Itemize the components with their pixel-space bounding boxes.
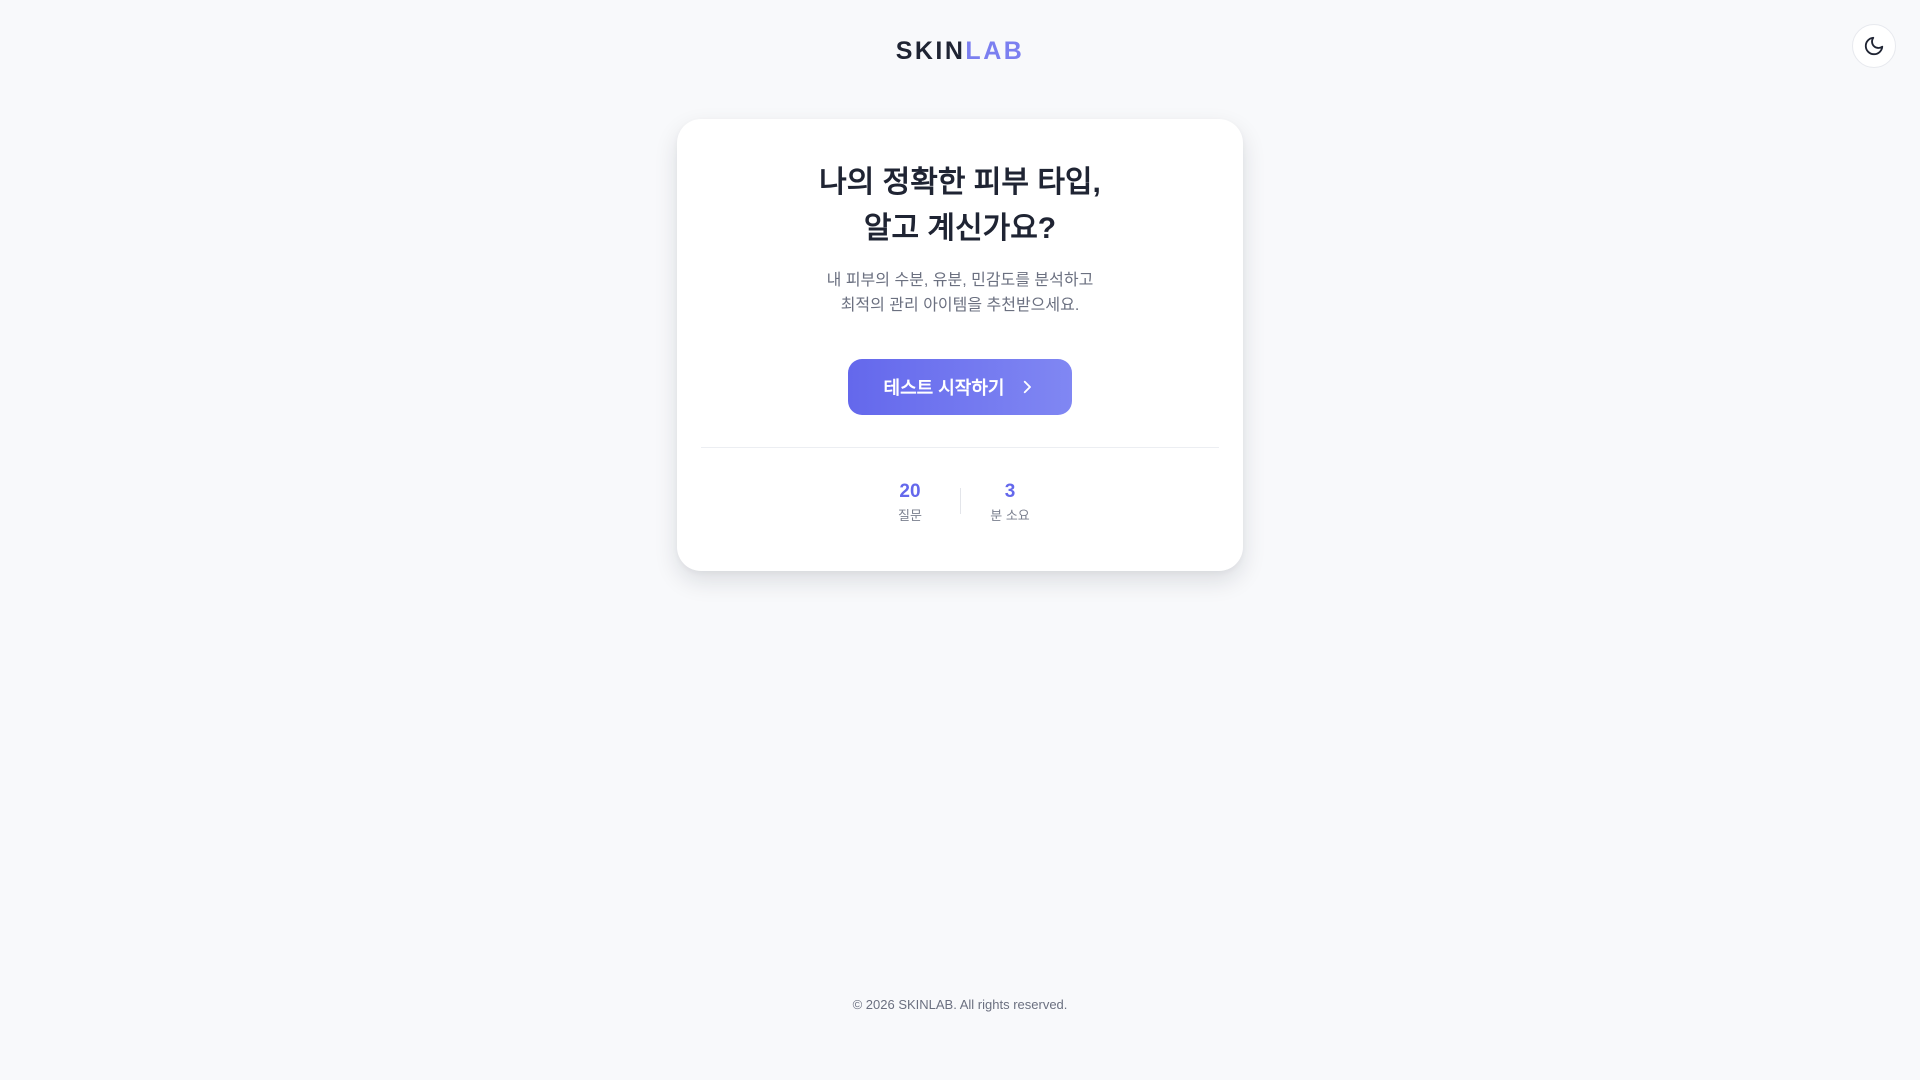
logo[interactable]: SKINLAB xyxy=(0,36,1920,66)
stats-row: 20 질문 3 분 소요 xyxy=(677,479,1243,526)
title-line-2: 알고 계신가요? xyxy=(863,212,1057,245)
stat-duration-label: 분 소요 xyxy=(990,508,1030,523)
moon-icon xyxy=(1863,35,1885,57)
page-subtitle: 내 피부의 수분, 유분, 민감도를 분석하고 최적의 관리 아이템을 추천받으… xyxy=(677,268,1243,318)
start-test-button[interactable]: 테스트 시작하기 xyxy=(848,359,1072,415)
stat-questions-value: 20 xyxy=(899,481,921,502)
start-test-button-label: 테스트 시작하기 xyxy=(883,378,1005,398)
logo-text-skin: SKIN xyxy=(895,37,966,65)
subtitle-line-2: 최적의 관리 아이템을 추천받으세요. xyxy=(840,297,1080,314)
stat-questions-label: 질문 xyxy=(898,508,922,523)
stat-questions: 20 질문 xyxy=(861,479,960,526)
chevron-right-icon xyxy=(1018,378,1036,396)
intro-card: 나의 정확한 피부 타입, 알고 계신가요? 내 피부의 수분, 유분, 민감도… xyxy=(677,119,1243,571)
subtitle-line-1: 내 피부의 수분, 유분, 민감도를 분석하고 xyxy=(826,272,1094,289)
header: SKINLAB xyxy=(0,0,1920,100)
footer-copyright: © 2026 SKINLAB. All rights reserved. xyxy=(852,997,1068,1012)
page-title: 나의 정확한 피부 타입, 알고 계신가요? xyxy=(677,160,1243,252)
stat-duration-value: 3 xyxy=(1004,481,1016,502)
logo-text-lab: LAB xyxy=(965,37,1025,65)
theme-toggle-button[interactable] xyxy=(1852,24,1896,68)
stat-duration: 3 분 소요 xyxy=(961,479,1060,526)
title-line-1: 나의 정확한 피부 타입, xyxy=(819,166,1101,199)
divider xyxy=(701,447,1219,448)
